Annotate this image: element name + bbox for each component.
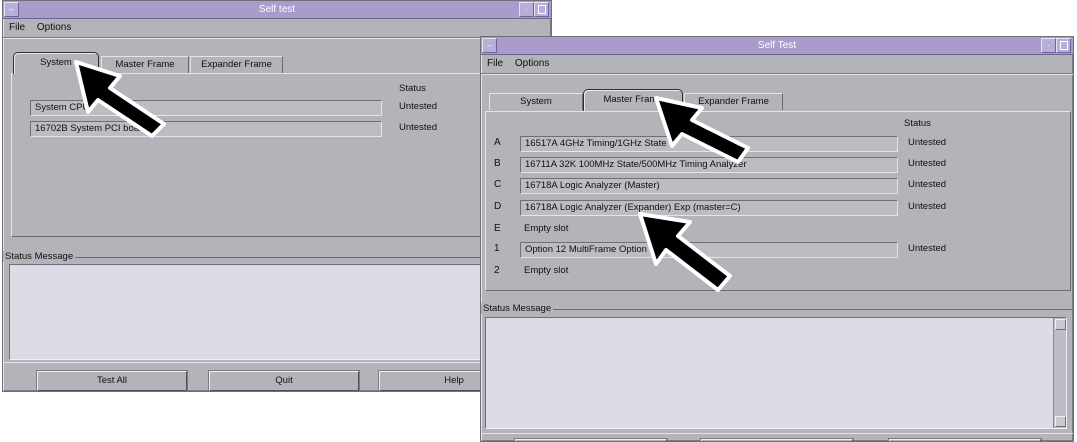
status-message-label: Status Message [3, 251, 76, 262]
menu-divider [3, 37, 551, 39]
tab-panel: Status A 16517A 4GHz Timing/1GHz State U… [485, 111, 1071, 291]
arrow-cursor-icon [638, 212, 732, 292]
button-bar: Test All Quit Help [3, 362, 551, 391]
status-message-label: Status Message [481, 303, 554, 314]
arrow-cursor-icon [74, 60, 166, 138]
list-item: 1 Option 12 MultiFrame Option Untested [494, 242, 1064, 258]
tab-system[interactable]: System [489, 93, 583, 110]
window-title: Self Test [757, 40, 797, 51]
slot-letter: D [494, 201, 502, 212]
module-status: Untested [908, 137, 947, 148]
title-bar[interactable]: – Self test · [3, 1, 551, 19]
menu-options[interactable]: Options [37, 22, 71, 33]
menu-options[interactable]: Options [515, 58, 549, 69]
slot-letter: 2 [494, 265, 500, 276]
title-bar[interactable]: – Self Test · [481, 37, 1073, 55]
tab-expander-frame[interactable]: Expander Frame [190, 56, 283, 73]
scroll-up-icon[interactable] [1055, 319, 1066, 330]
menu-bar: File Options [9, 20, 80, 36]
slot-letter: 1 [494, 243, 500, 254]
maximize-icon[interactable] [534, 2, 549, 17]
list-item: D 16718A Logic Analyzer (Expander) Exp (… [494, 200, 1064, 216]
list-item: C 16718A Logic Analyzer (Master) Unteste… [494, 178, 1064, 194]
module-status: Untested [908, 158, 947, 169]
list-item: E Empty slot [494, 222, 1064, 238]
module-label: Empty slot [524, 223, 569, 234]
status-header: Status [904, 118, 931, 129]
menu-bar: File Options [487, 56, 558, 72]
menu-file[interactable]: File [487, 58, 503, 69]
status-message-area[interactable] [9, 264, 547, 360]
test-all-button[interactable]: Test All [37, 371, 187, 391]
status-message-area[interactable] [485, 317, 1067, 429]
board-status: Untested [399, 122, 438, 133]
slot-letter: E [494, 223, 501, 234]
maximize-icon[interactable] [1056, 38, 1071, 53]
slot-letter: A [494, 137, 501, 148]
window-menu-icon[interactable]: – [4, 2, 19, 17]
module-status: Untested [908, 179, 947, 190]
minimize-icon[interactable]: · [519, 2, 534, 17]
menu-divider [481, 73, 1073, 75]
window-title: Self test [258, 4, 296, 15]
window-menu-icon[interactable]: – [482, 38, 497, 53]
module-label: Empty slot [524, 265, 569, 276]
status-header: Status [399, 83, 426, 94]
list-item: 2 Empty slot [494, 264, 1064, 280]
module-status: Untested [908, 201, 947, 212]
module-label: 16718A Logic Analyzer (Master) [520, 178, 898, 194]
minimize-icon[interactable]: · [1041, 38, 1056, 53]
quit-button[interactable]: Quit [209, 371, 359, 391]
slot-letter: C [494, 179, 502, 190]
board-status: Untested [399, 101, 438, 112]
self-test-window-front: – Self Test · File Options System Master… [480, 36, 1074, 442]
button-bar-clipped [481, 433, 1073, 441]
status-message-group: Status Message [481, 303, 1073, 314]
status-scrollbar[interactable] [1053, 318, 1066, 428]
menu-file[interactable]: File [9, 22, 25, 33]
scroll-down-icon[interactable] [1055, 416, 1066, 427]
status-message-group: Status Message [3, 251, 551, 262]
list-item: B 16711A 32K 100MHz State/500MHz Timing … [494, 157, 1064, 173]
tab-strip: System Master Frame Expander Frame [487, 89, 1067, 111]
slot-letter: B [494, 158, 501, 169]
module-status: Untested [908, 243, 947, 254]
list-item: A 16517A 4GHz Timing/1GHz State Untested [494, 136, 1064, 152]
arrow-cursor-icon [654, 96, 750, 164]
